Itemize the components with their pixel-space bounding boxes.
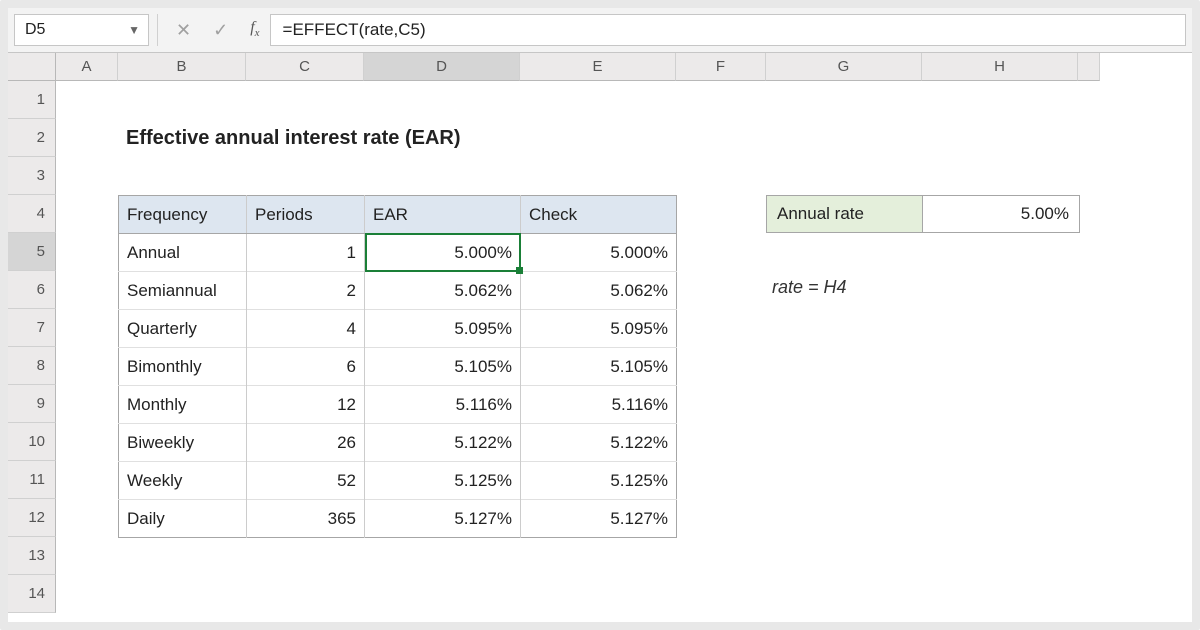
table-header-row: Frequency Periods EAR Check [119, 196, 677, 234]
formula-text: =EFFECT(rate,C5) [283, 20, 426, 40]
cell-ear[interactable]: 5.125% [365, 462, 521, 500]
rate-note: rate = H4 [772, 277, 847, 298]
cell-check[interactable]: 5.122% [521, 424, 677, 462]
row-header-6[interactable]: 6 [8, 271, 56, 309]
row-header-14[interactable]: 14 [8, 575, 56, 613]
cancel-icon[interactable]: ✕ [176, 21, 191, 39]
col-header-H[interactable]: H [922, 53, 1078, 81]
th-periods[interactable]: Periods [247, 196, 365, 234]
cell-check[interactable]: 5.062% [521, 272, 677, 310]
row-header-5[interactable]: 5 [8, 233, 56, 271]
col-header-G[interactable]: G [766, 53, 922, 81]
table-row: Bimonthly65.105%5.105% [119, 348, 677, 386]
annual-rate-label[interactable]: Annual rate [767, 196, 923, 232]
cell-check[interactable]: 5.000% [521, 234, 677, 272]
th-check[interactable]: Check [521, 196, 677, 234]
ear-table: Frequency Periods EAR Check Annual15.000… [118, 195, 677, 538]
cell-freq[interactable]: Annual [119, 234, 247, 272]
formula-input[interactable]: =EFFECT(rate,C5) [270, 14, 1186, 46]
cell-ear[interactable]: 5.105% [365, 348, 521, 386]
cell-freq[interactable]: Monthly [119, 386, 247, 424]
cell-ear[interactable]: 5.000% [365, 234, 521, 272]
row-headers: 1 2 3 4 5 6 7 8 9 10 11 12 13 14 [8, 81, 56, 613]
row-header-13[interactable]: 13 [8, 537, 56, 575]
annual-rate-box: Annual rate 5.00% [766, 195, 1080, 233]
col-header-F[interactable]: F [676, 53, 766, 81]
cell-check[interactable]: 5.127% [521, 500, 677, 538]
chevron-down-icon[interactable]: ▼ [128, 23, 140, 37]
cell-periods[interactable]: 4 [247, 310, 365, 348]
cell-check[interactable]: 5.105% [521, 348, 677, 386]
divider [157, 14, 158, 46]
cell-periods[interactable]: 6 [247, 348, 365, 386]
enter-icon[interactable]: ✓ [213, 21, 228, 39]
table-row: Monthly125.116%5.116% [119, 386, 677, 424]
row-header-8[interactable]: 8 [8, 347, 56, 385]
cell-periods[interactable]: 2 [247, 272, 365, 310]
col-header-next[interactable] [1078, 53, 1100, 81]
table-row: Biweekly265.122%5.122% [119, 424, 677, 462]
table-row: Daily3655.127%5.127% [119, 500, 677, 538]
cell-check[interactable]: 5.116% [521, 386, 677, 424]
row-header-10[interactable]: 10 [8, 423, 56, 461]
formula-bar: D5 ▼ ✕ ✓ fx =EFFECT(rate,C5) [8, 8, 1192, 53]
name-box[interactable]: D5 ▼ [14, 14, 149, 46]
cell-freq[interactable]: Semiannual [119, 272, 247, 310]
cell-freq[interactable]: Daily [119, 500, 247, 538]
row-header-3[interactable]: 3 [8, 157, 56, 195]
cell-ear[interactable]: 5.062% [365, 272, 521, 310]
cell-check[interactable]: 5.125% [521, 462, 677, 500]
cell-ear[interactable]: 5.122% [365, 424, 521, 462]
table-row: Quarterly45.095%5.095% [119, 310, 677, 348]
col-header-E[interactable]: E [520, 53, 676, 81]
cell-freq[interactable]: Biweekly [119, 424, 247, 462]
page-title: Effective annual interest rate (EAR) [118, 119, 469, 157]
col-header-D[interactable]: D [364, 53, 520, 81]
th-ear[interactable]: EAR [365, 196, 521, 234]
row-header-4[interactable]: 4 [8, 195, 56, 233]
table-row: Semiannual25.062%5.062% [119, 272, 677, 310]
row-header-2[interactable]: 2 [8, 119, 56, 157]
table-row: Weekly525.125%5.125% [119, 462, 677, 500]
cell-periods[interactable]: 365 [247, 500, 365, 538]
cell-freq[interactable]: Weekly [119, 462, 247, 500]
cell-periods[interactable]: 12 [247, 386, 365, 424]
column-headers: A B C D E F G H [56, 53, 1192, 81]
cell-ear[interactable]: 5.127% [365, 500, 521, 538]
row-header-11[interactable]: 11 [8, 461, 56, 499]
cell-ear[interactable]: 5.116% [365, 386, 521, 424]
col-header-B[interactable]: B [118, 53, 246, 81]
col-header-A[interactable]: A [56, 53, 118, 81]
cell-check[interactable]: 5.095% [521, 310, 677, 348]
cell-periods[interactable]: 26 [247, 424, 365, 462]
table-row: Annual15.000%5.000% [119, 234, 677, 272]
cells-area[interactable]: Effective annual interest rate (EAR) Fre… [56, 81, 1192, 622]
annual-rate-value[interactable]: 5.00% [923, 196, 1079, 232]
row-header-1[interactable]: 1 [8, 81, 56, 119]
row-header-12[interactable]: 12 [8, 499, 56, 537]
th-frequency[interactable]: Frequency [119, 196, 247, 234]
select-all-triangle[interactable] [8, 53, 56, 81]
cell-periods[interactable]: 52 [247, 462, 365, 500]
row-header-7[interactable]: 7 [8, 309, 56, 347]
formula-buttons: ✕ ✓ fx [166, 8, 270, 52]
fx-icon[interactable]: fx [250, 20, 259, 39]
row-header-9[interactable]: 9 [8, 385, 56, 423]
name-box-value: D5 [25, 21, 45, 39]
cell-freq[interactable]: Quarterly [119, 310, 247, 348]
col-header-C[interactable]: C [246, 53, 364, 81]
cell-ear[interactable]: 5.095% [365, 310, 521, 348]
cell-freq[interactable]: Bimonthly [119, 348, 247, 386]
cell-periods[interactable]: 1 [247, 234, 365, 272]
